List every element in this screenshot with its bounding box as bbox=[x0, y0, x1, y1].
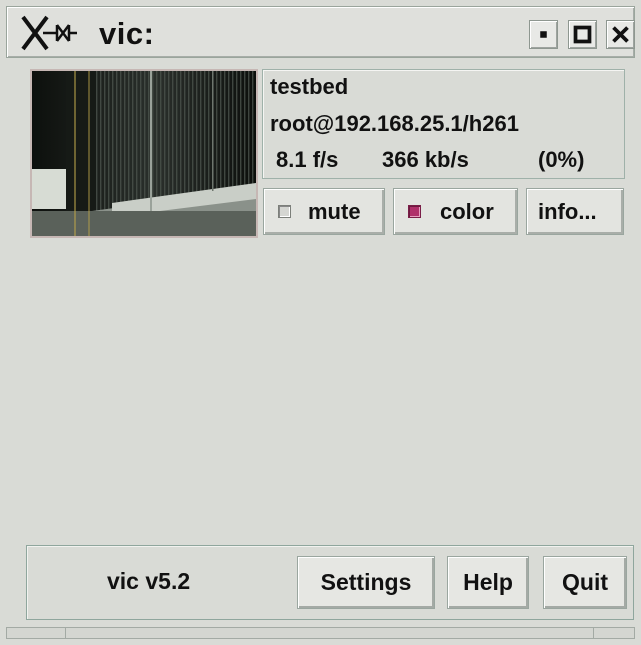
frame-rate: 8.1 f/s bbox=[276, 147, 339, 172]
window-title: vic: bbox=[99, 16, 155, 51]
settings-button[interactable]: Settings bbox=[297, 556, 435, 609]
loss-rate: (0%) bbox=[538, 147, 585, 172]
mute-checkbox[interactable] bbox=[278, 205, 291, 218]
frame-corner-left[interactable] bbox=[7, 628, 66, 638]
color-label: color bbox=[440, 199, 494, 224]
stream-info-panel: testbed root@192.168.25.1/h261 8.1 f/s 3… bbox=[262, 69, 625, 179]
maximize-icon bbox=[573, 25, 592, 44]
bitrate: 366 kb/s bbox=[382, 147, 469, 172]
window-titlebar[interactable]: vic: bbox=[6, 6, 635, 58]
help-button[interactable]: Help bbox=[447, 556, 529, 609]
info-button[interactable]: info... bbox=[526, 188, 624, 235]
minimize-icon bbox=[540, 31, 547, 38]
frame-bottom-edge[interactable] bbox=[65, 628, 594, 638]
mute-label: mute bbox=[308, 199, 361, 224]
footer-bar: vic v5.2 Settings Help Quit bbox=[26, 545, 634, 620]
color-checkbox[interactable] bbox=[408, 205, 421, 218]
stream-source: root@192.168.25.1/h261 bbox=[270, 111, 519, 136]
minimize-button[interactable] bbox=[529, 20, 558, 49]
window-bottom-frame[interactable] bbox=[6, 627, 635, 639]
mute-checkbutton[interactable]: mute bbox=[263, 188, 385, 235]
color-checkbutton[interactable]: color bbox=[393, 188, 518, 235]
info-label: info... bbox=[538, 199, 597, 224]
video-thumbnail[interactable] bbox=[30, 69, 258, 238]
close-icon bbox=[612, 26, 629, 43]
x-window-logo-icon bbox=[21, 15, 77, 51]
close-button[interactable] bbox=[606, 20, 635, 49]
video-frame-image bbox=[32, 71, 256, 236]
stream-name: testbed bbox=[270, 74, 349, 99]
maximize-button[interactable] bbox=[568, 20, 597, 49]
quit-button[interactable]: Quit bbox=[543, 556, 627, 609]
version-label: vic v5.2 bbox=[107, 568, 191, 594]
